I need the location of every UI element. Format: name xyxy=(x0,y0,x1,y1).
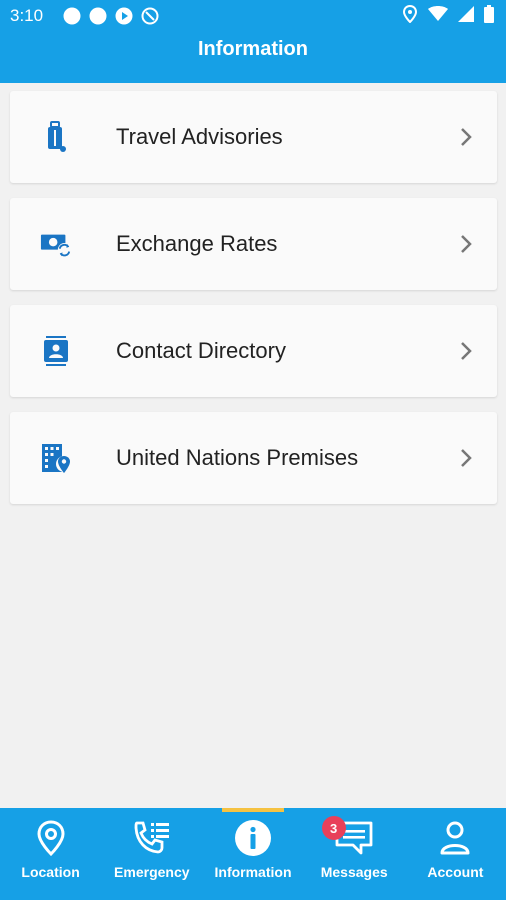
nav-item-messages[interactable]: 3 Messages xyxy=(304,808,405,900)
active-tab-indicator xyxy=(222,808,284,812)
menu-item-contact-directory[interactable]: Contact Directory xyxy=(10,305,497,397)
bottom-navigation: Location Emergency Information 3 Message… xyxy=(0,808,506,900)
nav-label: Information xyxy=(214,864,292,880)
contact-card-icon xyxy=(40,335,72,367)
chevron-right-icon xyxy=(457,125,475,149)
menu-item-label: Travel Advisories xyxy=(116,124,283,149)
menu-item-label: Exchange Rates xyxy=(116,231,278,256)
message-count-badge: 3 xyxy=(321,816,346,840)
info-icon xyxy=(233,818,273,858)
signal-icon xyxy=(458,5,474,27)
menu-item-travel-advisories[interactable]: Travel Advisories xyxy=(10,91,497,183)
nav-item-account[interactable]: Account xyxy=(405,808,506,900)
circle-notification-icon xyxy=(89,7,107,25)
status-time: 3:10 xyxy=(10,6,44,25)
menu-item-united-nations-premises[interactable]: United Nations Premises xyxy=(10,412,497,504)
page-title: Information xyxy=(198,38,308,60)
battery-icon xyxy=(484,4,494,28)
nav-label: Account xyxy=(427,864,484,880)
person-icon xyxy=(435,818,475,858)
luggage-icon xyxy=(40,121,72,153)
money-exchange-icon xyxy=(40,228,72,260)
phone-list-icon xyxy=(132,818,172,858)
menu-item-exchange-rates[interactable]: Exchange Rates xyxy=(10,198,497,290)
nav-item-location[interactable]: Location xyxy=(0,808,101,900)
nav-label: Location xyxy=(21,864,80,880)
information-menu: Travel Advisories Exchange Rates Contact… xyxy=(10,91,497,519)
nav-item-emergency[interactable]: Emergency xyxy=(101,808,202,900)
play-store-icon xyxy=(115,7,133,25)
chevron-right-icon xyxy=(457,232,475,256)
status-bar: 3:10 xyxy=(0,0,506,32)
building-location-icon xyxy=(40,442,72,474)
menu-item-label: United Nations Premises xyxy=(116,445,359,470)
map-pin-icon xyxy=(31,818,71,858)
wifi-icon xyxy=(428,5,448,27)
do-not-disturb-icon xyxy=(141,7,159,25)
app-header: 3:10 Information xyxy=(0,0,506,83)
location-icon xyxy=(402,4,418,28)
menu-item-label: Contact Directory xyxy=(116,338,286,363)
nav-label: Emergency xyxy=(114,864,190,880)
nav-item-information[interactable]: Information xyxy=(202,808,303,900)
circle-notification-icon xyxy=(63,7,81,25)
chevron-right-icon xyxy=(457,339,475,363)
nav-label: Messages xyxy=(320,864,388,880)
chevron-right-icon xyxy=(457,446,475,470)
